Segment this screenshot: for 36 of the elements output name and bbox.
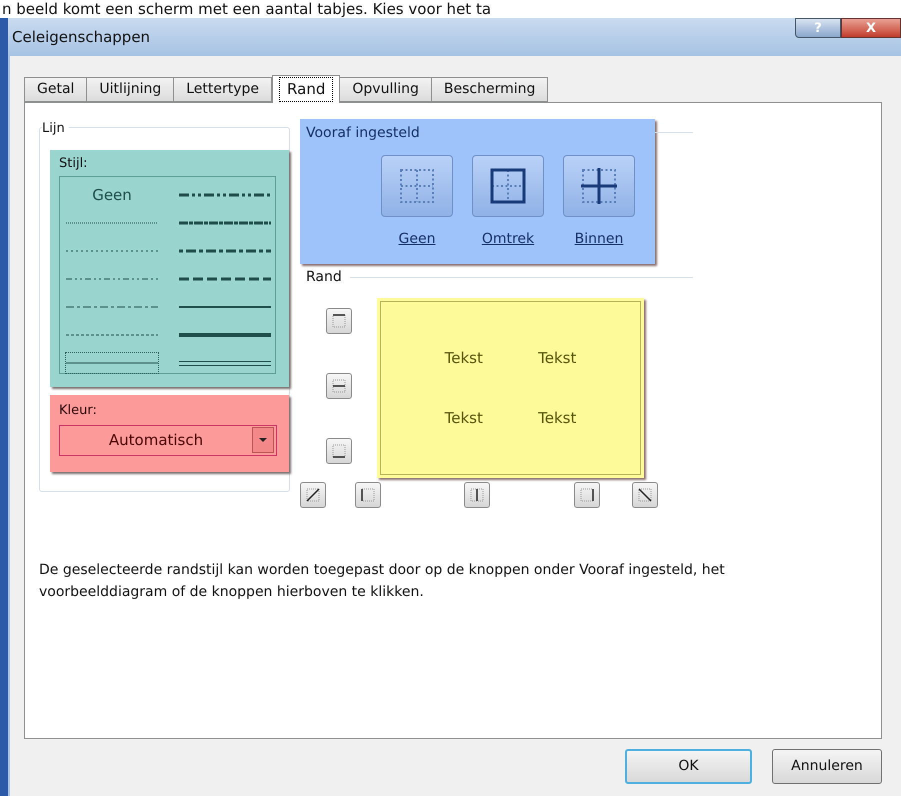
preset-button[interactable] [563, 155, 635, 217]
dialog-button[interactable]: OK [625, 749, 752, 784]
diagonal-up-border-button[interactable] [300, 482, 326, 508]
left-border-button[interactable] [355, 482, 381, 508]
dialog-button[interactable]: Annuleren [772, 749, 882, 784]
line-style-option[interactable]: Geen [66, 185, 158, 205]
tab[interactable]: Uitlijning [87, 77, 174, 102]
inner-horizontal-border-button[interactable] [326, 373, 352, 399]
line-style-option[interactable] [66, 353, 158, 373]
preview-text: Tekst [537, 408, 578, 429]
color-label: Kleur: [59, 402, 98, 420]
tab[interactable]: Lettertype [174, 77, 272, 102]
caption-text: n beeld komt een scherm met een aantal tabjes. Kies voor het ta [1, 0, 492, 18]
top-border-button[interactable] [326, 308, 352, 334]
tab[interactable]: Opvulling [340, 77, 432, 102]
preset-label: Binnen [574, 230, 624, 249]
border-title: Rand [305, 268, 343, 286]
right-border-button[interactable] [574, 482, 600, 508]
preset-label: Geen [398, 230, 436, 249]
description-text: De geselecteerde randstijl kan worden toegepast door op de knoppen onder Vooraf ingesteld, het voorbeelddiagram of de knoppen hierboven te klikken. [39, 561, 726, 602]
preview-text: Tekst [444, 408, 484, 429]
tab[interactable]: Getal [24, 77, 88, 102]
border-preview[interactable]: Tekst Tekst Tekst Tekst [377, 298, 644, 478]
tab[interactable]: Bescherming [432, 77, 548, 102]
diagonal-down-border-button[interactable] [632, 482, 658, 508]
preset-label: Omtrek [482, 230, 534, 249]
window-title: Celeigenschappen [12, 26, 150, 48]
preset-button[interactable] [472, 155, 544, 217]
inner-vertical-border-button[interactable] [464, 482, 490, 508]
bottom-border-button[interactable] [326, 438, 352, 464]
preview-text: Tekst [444, 348, 484, 368]
tab[interactable]: Rand [272, 75, 340, 103]
line-style-list[interactable]: Geen [59, 176, 276, 374]
presets-title: Vooraf ingesteld [306, 124, 421, 143]
preview-text: Tekst [537, 348, 578, 368]
style-label: Stijl: [59, 155, 89, 173]
